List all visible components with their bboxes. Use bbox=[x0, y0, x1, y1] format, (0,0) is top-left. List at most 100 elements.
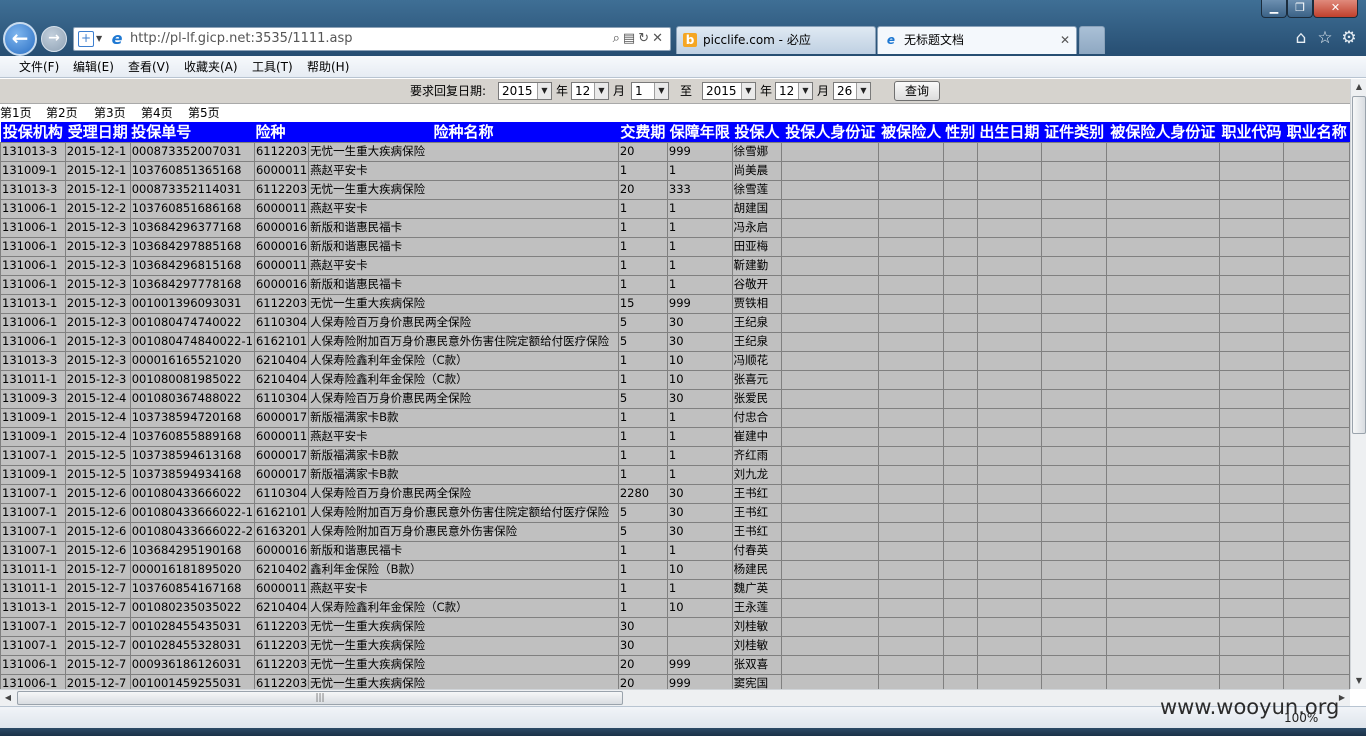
menu-tools[interactable]: 工具(T) bbox=[252, 59, 293, 75]
scroll-up-icon[interactable]: ▲ bbox=[1351, 79, 1366, 95]
table-cell bbox=[1218, 331, 1285, 352]
table-cell bbox=[781, 198, 880, 219]
scroll-left-icon[interactable]: ◀ bbox=[0, 690, 16, 706]
close-tab-icon[interactable]: ✕ bbox=[1060, 27, 1070, 53]
table-cell: 20 bbox=[617, 141, 668, 162]
table-cell bbox=[1218, 312, 1285, 333]
table-cell bbox=[1283, 464, 1350, 485]
horizontal-scrollbar[interactable]: ◀ ||| ▶ bbox=[0, 689, 1350, 706]
table-row: 131006-1 2015-12-3 103684297885168 6000016 新… bbox=[0, 236, 1350, 257]
policy-table: 投保机构 受理日期 投保单号 险种 险种名称 交费期 保障年限 投保人 投保人身份证 被保险人 性别… bbox=[0, 122, 1350, 689]
page-link-2[interactable]: 第2页 bbox=[46, 106, 78, 120]
table-cell bbox=[878, 654, 945, 675]
table-cell bbox=[1218, 578, 1285, 599]
home-icon[interactable]: ⌂ bbox=[1290, 27, 1312, 49]
table-cell bbox=[1283, 255, 1350, 276]
from-day-select[interactable]: 1 ▼ bbox=[631, 82, 669, 100]
vertical-scrollbar[interactable]: ▲ ▼ bbox=[1350, 79, 1366, 689]
table-cell bbox=[1041, 578, 1108, 599]
table-cell: 1 bbox=[617, 369, 668, 390]
menu-favorites[interactable]: 收藏夹(A) bbox=[184, 59, 238, 75]
table-cell: 1 bbox=[666, 578, 733, 599]
table-cell bbox=[976, 673, 1043, 689]
menu-bar: 文件(F) 编辑(E) 查看(V) 收藏夹(A) 工具(T) 帮助(H) bbox=[0, 56, 1366, 78]
tab-picclife[interactable]: b picclife.com - 必应 bbox=[676, 26, 876, 54]
from-month-select[interactable]: 12 ▼ bbox=[571, 82, 609, 100]
table-cell: 贾铁相 bbox=[731, 293, 783, 314]
table-cell bbox=[1041, 540, 1108, 561]
menu-file[interactable]: 文件(F) bbox=[19, 59, 59, 75]
star-icon[interactable]: ☆ bbox=[1314, 27, 1336, 49]
table-cell bbox=[1283, 274, 1350, 295]
to-day-select[interactable]: 26 ▼ bbox=[833, 82, 871, 100]
compat-icon[interactable]: ▤ bbox=[623, 31, 638, 46]
table-cell bbox=[1041, 198, 1108, 219]
page-link-4[interactable]: 第4页 bbox=[141, 106, 173, 120]
table-cell bbox=[1218, 464, 1285, 485]
horizontal-scroll-thumb[interactable]: ||| bbox=[17, 691, 623, 705]
to-month-select[interactable]: 12 ▼ bbox=[775, 82, 813, 100]
table-cell: 6000011 bbox=[253, 160, 310, 181]
scroll-down-icon[interactable]: ▼ bbox=[1351, 673, 1366, 689]
compatibility-view-icon[interactable]: + bbox=[78, 31, 94, 47]
vertical-scroll-thumb[interactable] bbox=[1352, 96, 1366, 434]
table-row: 131007-1 2015-12-7 001028455435031 6112203 无… bbox=[0, 616, 1350, 637]
to-year-select[interactable]: 2015 ▼ bbox=[702, 82, 756, 100]
table-cell: 新版福满家卡B款 bbox=[308, 445, 619, 466]
table-cell: 2015-12-3 bbox=[64, 236, 131, 257]
table-cell bbox=[976, 255, 1043, 276]
menu-help[interactable]: 帮助(H) bbox=[307, 59, 349, 75]
page-link-1[interactable]: 第1页 bbox=[0, 106, 32, 120]
table-cell: 杨建民 bbox=[731, 559, 783, 580]
chevron-down-icon[interactable]: ▼ bbox=[96, 31, 102, 47]
table-cell bbox=[1218, 540, 1285, 561]
table-cell bbox=[976, 616, 1043, 637]
gear-icon[interactable]: ⚙ bbox=[1338, 27, 1360, 49]
table-cell bbox=[1041, 597, 1108, 618]
stop-icon[interactable]: ✕ bbox=[652, 31, 666, 46]
maximize-button[interactable]: ❐ bbox=[1287, 0, 1313, 18]
minimize-button[interactable]: ▁ bbox=[1261, 0, 1287, 18]
table-cell bbox=[781, 559, 880, 580]
table-cell bbox=[1283, 426, 1350, 447]
table-cell bbox=[976, 160, 1043, 181]
table-cell: 新版福满家卡B款 bbox=[308, 407, 619, 428]
table-cell: 王纪泉 bbox=[731, 331, 783, 352]
search-icon[interactable]: ⌕ bbox=[613, 31, 623, 46]
page-link-5[interactable]: 第5页 bbox=[188, 106, 220, 120]
table-cell bbox=[1106, 198, 1220, 219]
table-cell: 6162101 bbox=[253, 502, 310, 523]
table-cell: 2015-12-1 bbox=[64, 160, 131, 181]
from-year-select[interactable]: 2015 ▼ bbox=[498, 82, 552, 100]
table-cell: 无忧一生重大疾病保险 bbox=[308, 179, 619, 200]
query-button[interactable]: 查询 bbox=[894, 81, 940, 101]
table-cell: 人保寿险百万身价惠民两全保险 bbox=[308, 312, 619, 333]
table-row: 131009-1 2015-12-4 103760855889168 6000011 燕… bbox=[0, 426, 1350, 447]
table-cell bbox=[878, 217, 945, 238]
page-link-3[interactable]: 第3页 bbox=[94, 106, 126, 120]
url-text[interactable]: http://pl-lf.gicp.net:3535/1111.asp bbox=[130, 31, 353, 47]
table-cell bbox=[1041, 179, 1108, 200]
back-button[interactable]: ← bbox=[3, 22, 37, 56]
table-cell: 2015-12-6 bbox=[64, 483, 131, 504]
address-bar[interactable]: + ▼ e http://pl-lf.gicp.net:3535/1111.as… bbox=[73, 27, 671, 51]
table-cell: 999 bbox=[666, 293, 733, 314]
table-cell bbox=[781, 350, 880, 371]
table-cell bbox=[1041, 293, 1108, 314]
tab-untitled-document[interactable]: e 无标题文档 ✕ bbox=[877, 26, 1077, 54]
table-cell bbox=[1106, 578, 1220, 599]
table-cell bbox=[878, 255, 945, 276]
menu-edit[interactable]: 编辑(E) bbox=[73, 59, 114, 75]
table-cell: 103738594934168 bbox=[129, 464, 255, 485]
new-tab-button[interactable] bbox=[1079, 26, 1105, 54]
table-cell: 人保寿险鑫利年金保险（C款） bbox=[308, 369, 619, 390]
table-cell: 999 bbox=[666, 654, 733, 675]
menu-view[interactable]: 查看(V) bbox=[128, 59, 170, 75]
table-cell bbox=[1283, 597, 1350, 618]
refresh-icon[interactable]: ↻ bbox=[638, 31, 652, 46]
table-cell bbox=[1218, 616, 1285, 637]
forward-button[interactable]: → bbox=[41, 26, 67, 52]
table-cell: 6110304 bbox=[253, 483, 310, 504]
address-tools[interactable]: ⌕▤↻✕ bbox=[613, 30, 666, 48]
close-window-button[interactable]: ✕ bbox=[1313, 0, 1358, 18]
